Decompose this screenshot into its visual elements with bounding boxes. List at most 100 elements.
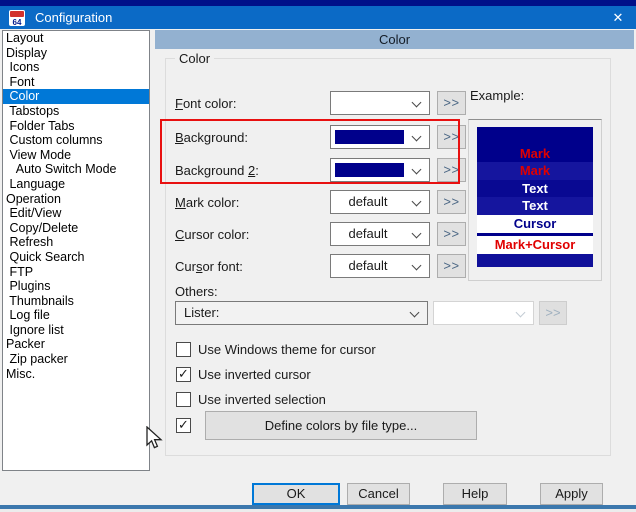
example-row: Text [477,197,593,215]
example-row: Mark [477,162,593,180]
more-colors-button[interactable]: >> [437,125,466,149]
sidebar-item[interactable]: Color [3,89,149,104]
combobox-value [331,126,405,148]
field-label: Background 2: [175,163,259,178]
checkbox[interactable] [176,341,191,357]
checkbox-row: Use Windows theme for cursor [176,341,376,357]
field-label: Font color: [175,96,237,111]
chevron-down-icon [515,307,526,318]
color-groupbox-label: Color [175,51,215,66]
chevron-down-icon [409,307,420,318]
chevron-down-icon [411,97,422,108]
color-field-row: Font color: >> [175,91,467,115]
combobox-value [331,159,405,181]
field-label: Background: [175,130,248,145]
example-row: Cursor [477,215,593,233]
example-row [477,127,593,145]
app-icon-red-bar [10,10,24,17]
color-field-row: Cursor color: default >> [175,222,467,246]
color-combobox[interactable] [330,91,430,115]
sidebar-item[interactable]: Copy/Delete [3,221,149,236]
checkbox[interactable] [176,391,191,407]
color-field-row: Cursor font: default >> [175,254,467,278]
titlebar: 64 Configuration ✕ [0,6,636,29]
example-preview-panel: Mark Mark Text Text Cursor Mark+Cursor [477,127,593,267]
more-colors-button[interactable]: >> [437,91,466,115]
settings-category-list: Layout Display Icons Font Color Tabstops… [2,30,150,471]
close-icon[interactable]: ✕ [600,6,636,29]
field-label: Cursor color: [175,227,250,242]
sidebar-item[interactable]: Thumbnails [3,294,149,309]
sidebar-item[interactable]: Folder Tabs [3,119,149,134]
checkbox-label: Use inverted cursor [198,366,311,382]
sidebar-item[interactable]: Font [3,75,149,90]
sidebar-item[interactable]: View Mode [3,148,149,163]
sidebar-item[interactable]: FTP [3,265,149,280]
color-field-row: Background: >> [175,125,467,149]
dialog-button[interactable]: Apply [540,483,603,505]
combobox-value: default [348,226,388,241]
app-icon-text: 64 [12,17,22,27]
more-colors-button-disabled: >> [539,301,567,325]
checkbox-row: Use inverted selection [176,391,326,407]
others-color-combobox-disabled [433,301,534,325]
chevron-down-icon [411,260,422,271]
color-field-row: Mark color: default >> [175,190,467,214]
checkbox-row: Use inverted cursor [176,366,311,382]
chevron-down-icon [411,164,422,175]
field-label: Cursor font: [175,259,243,274]
page-title: Color [378,32,411,47]
checkbox-label: Use inverted selection [198,391,326,407]
others-target-combobox[interactable]: Lister: [175,301,428,325]
example-row [477,254,593,267]
define-colors-checkbox[interactable] [176,417,191,433]
page-header-bar: Color [155,30,634,49]
dialog-button[interactable]: OK [252,483,340,505]
sidebar-item[interactable]: Auto Switch Mode [3,162,149,177]
dialog-button[interactable]: Help [443,483,507,505]
color-combobox[interactable] [330,125,430,149]
sidebar-item[interactable]: Zip packer [3,352,149,367]
more-colors-button[interactable]: >> [437,222,466,246]
color-combobox[interactable]: default [330,254,430,278]
sidebar-item[interactable]: Packer [3,337,149,352]
sidebar-item[interactable]: Quick Search [3,250,149,265]
chevron-down-icon [411,131,422,142]
app-icon: 64 [9,9,25,27]
others-label: Others: [175,284,218,299]
window-title: Configuration [35,10,113,25]
combobox-value: Lister: [184,305,220,320]
combobox-value [331,92,405,114]
field-label: Mark color: [175,195,240,210]
sidebar-item[interactable]: Misc. [3,367,149,382]
sidebar-item[interactable]: Log file [3,308,149,323]
more-colors-button[interactable]: >> [437,254,466,278]
sidebar-item[interactable]: Edit/View [3,206,149,221]
example-row: Mark [477,144,593,162]
sidebar-item[interactable]: Refresh [3,235,149,250]
combobox-value: default [348,194,388,209]
sidebar-item[interactable]: Display [3,46,149,61]
example-row: Mark+Cursor [477,233,593,254]
more-colors-button[interactable]: >> [437,158,466,182]
dialog-button[interactable]: Cancel [347,483,410,505]
sidebar-item[interactable]: Layout [3,31,149,46]
example-label: Example: [470,88,525,103]
define-colors-button[interactable]: Define colors by file type... [205,411,477,440]
more-colors-button[interactable]: >> [437,190,466,214]
sidebar-item[interactable]: Operation [3,192,149,207]
sidebar-item[interactable]: Icons [3,60,149,75]
sidebar-item[interactable]: Language [3,177,149,192]
color-combobox[interactable] [330,158,430,182]
example-frame: Mark Mark Text Text Cursor Mark+Cursor [468,119,602,281]
sidebar-item[interactable]: Tabstops [3,104,149,119]
color-field-row: Background 2: >> [175,158,467,182]
chevron-down-icon [411,196,422,207]
sidebar-item[interactable]: Ignore list [3,323,149,338]
example-row: Text [477,179,593,197]
sidebar-item[interactable]: Plugins [3,279,149,294]
color-combobox[interactable]: default [330,222,430,246]
sidebar-item[interactable]: Custom columns [3,133,149,148]
color-combobox[interactable]: default [330,190,430,214]
checkbox[interactable] [176,366,191,382]
